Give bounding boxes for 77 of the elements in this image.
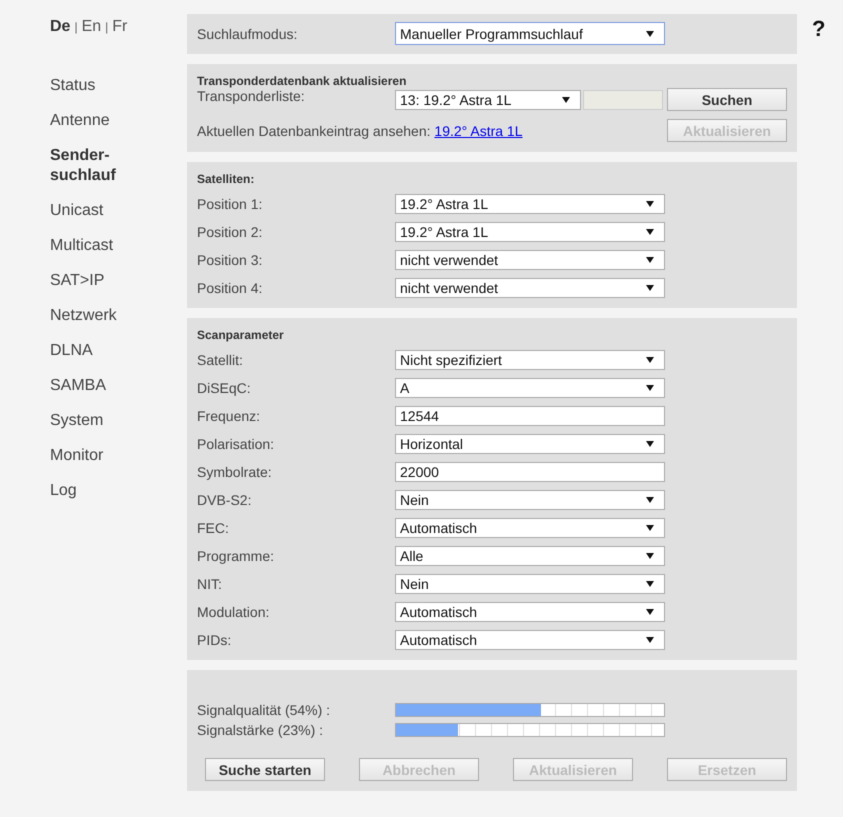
- dropdown[interactable]: Manueller Programmsuchlauf: [395, 22, 665, 45]
- field-label: Polarisation:: [197, 436, 276, 452]
- caret-icon: [646, 637, 654, 643]
- field-label: Position 3:: [197, 252, 264, 268]
- field-label: Frequenz:: [197, 408, 262, 424]
- dropdown[interactable]: Horizontal: [395, 434, 665, 454]
- dropdown[interactable]: Automatisch: [395, 630, 665, 650]
- sidebar-item[interactable]: Monitor: [50, 446, 140, 466]
- field-label: Programme:: [197, 548, 276, 564]
- caret-icon: [646, 285, 654, 291]
- dropdown[interactable]: Automatisch: [395, 602, 665, 622]
- field-label: Position 4:: [197, 280, 264, 296]
- dropdown[interactable]: Nicht spezifiziert: [395, 350, 665, 370]
- field-label: PIDs:: [197, 632, 232, 648]
- sidebar-item[interactable]: System: [50, 411, 140, 431]
- caret-icon: [646, 497, 654, 503]
- language-link[interactable]: En: [82, 18, 102, 36]
- caret-icon: [646, 553, 654, 559]
- field-label: Symbolrate:: [197, 464, 273, 480]
- action-button[interactable]: Suche starten: [205, 758, 325, 781]
- field-label: NIT:: [197, 576, 223, 592]
- caret-icon: [562, 96, 570, 102]
- caret-icon: [646, 441, 654, 447]
- caret-icon: [646, 609, 654, 615]
- sidebar-item[interactable]: Antenne: [50, 111, 140, 131]
- dropdown[interactable]: Nein: [395, 490, 665, 510]
- field-label: Satellit:: [197, 352, 244, 368]
- input-field[interactable]: [583, 90, 663, 110]
- dropdown[interactable]: 19.2° Astra 1L: [395, 222, 665, 242]
- field-label: DVB-S2:: [197, 492, 252, 508]
- input-field[interactable]: 22000: [395, 462, 665, 482]
- search-button[interactable]: Suchen: [667, 88, 787, 111]
- field-label: DiSEqC:: [197, 380, 252, 396]
- caret-icon: [646, 30, 654, 36]
- dropdown[interactable]: 13: 19.2° Astra 1L: [395, 90, 581, 110]
- sidebar-item[interactable]: SAMBA: [50, 376, 140, 396]
- dropdown[interactable]: Nein: [395, 574, 665, 594]
- field-label: FEC:: [197, 520, 230, 536]
- language-link[interactable]: Fr: [112, 18, 128, 36]
- sidebar-item[interactable]: DLNA: [50, 341, 140, 361]
- field-label: Position 2:: [197, 224, 264, 240]
- caret-icon: [646, 581, 654, 587]
- sidebar-item[interactable]: Status: [50, 76, 140, 96]
- entry-text: Aktuellen Datenbankeintrag ansehen: 19.2° Astra 1L: [197, 122, 523, 138]
- field-label: Position 1:: [197, 196, 264, 212]
- dropdown[interactable]: nicht verwendet: [395, 250, 665, 270]
- sidebar-item[interactable]: Unicast: [50, 201, 140, 221]
- help-link[interactable]: ?: [812, 16, 826, 42]
- caret-icon: [646, 229, 654, 235]
- field-label: Modulation:: [197, 604, 270, 620]
- meter-label: Signalqualität (54%) :: [197, 702, 332, 718]
- dropdown[interactable]: 19.2° Astra 1L: [395, 194, 665, 214]
- field-label: Transponderliste:: [197, 88, 306, 104]
- dropdown[interactable]: Automatisch: [395, 518, 665, 538]
- caret-icon: [646, 257, 654, 263]
- section-title: Transponderdatenbank aktualisieren: [197, 74, 408, 88]
- sidebar-item[interactable]: Log: [50, 481, 140, 501]
- caret-icon: [646, 525, 654, 531]
- input-field[interactable]: 12544: [395, 406, 665, 426]
- sidebar-item[interactable]: SAT>IP: [50, 271, 140, 291]
- caret-icon: [646, 357, 654, 363]
- language-link[interactable]: De: [50, 18, 70, 36]
- dropdown[interactable]: A: [395, 378, 665, 398]
- sidebar-item[interactable]: Multicast: [50, 236, 140, 256]
- section-title: Satelliten:: [197, 172, 256, 186]
- meter-label: Signalstärke (23%) :: [197, 722, 324, 738]
- dropdown[interactable]: nicht verwendet: [395, 278, 665, 298]
- field-label: Suchlaufmodus:: [197, 26, 298, 42]
- entry-link[interactable]: 19.2° Astra 1L: [434, 122, 523, 138]
- sidebar-item[interactable]: Sender-suchlauf: [50, 146, 140, 186]
- dropdown[interactable]: Alle: [395, 546, 665, 566]
- separator: |: [74, 20, 78, 34]
- section-title: Scanparameter: [197, 328, 285, 342]
- caret-icon: [646, 201, 654, 207]
- sidebar-item[interactable]: Netzwerk: [50, 306, 140, 326]
- separator: |: [105, 20, 108, 34]
- caret-icon: [646, 385, 654, 391]
